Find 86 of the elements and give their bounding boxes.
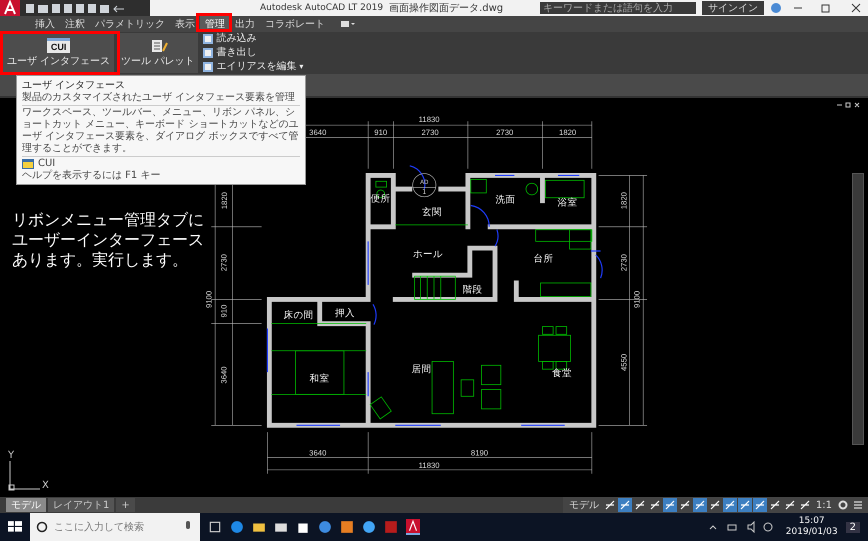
window-icon	[203, 34, 214, 44]
notification-badge[interactable]: 2	[846, 522, 860, 532]
ribbon-small-button[interactable]: 読み込み	[201, 33, 306, 45]
tab-options-icon[interactable]	[340, 20, 356, 28]
dimension-label: 9100	[204, 290, 214, 308]
app-logo-icon[interactable]	[0, 0, 20, 16]
settings-icon[interactable]	[838, 500, 848, 510]
ribbon-tab[interactable]: 注釈	[60, 16, 90, 32]
room-label: 押入	[334, 308, 355, 319]
room-label: 浴室	[558, 198, 578, 208]
dimension-label: 9100	[632, 290, 642, 308]
dimension-label: 1820	[559, 128, 576, 137]
dimension-label: 3640	[309, 448, 326, 458]
viewport-controls-icon[interactable]	[836, 102, 860, 108]
room-label: 和室	[310, 374, 330, 385]
room-label: 食堂	[552, 368, 572, 379]
app-icon[interactable]	[340, 520, 354, 534]
tooltip-description: ワークスペース、ツールバー、メニュー、リボン パネル、ショートカット メニュー、キーボード ショートカットなどのユーザ インタフェース要素を、ダイアログ ボックスですべて管理することができます。	[22, 107, 300, 155]
annotation-scale-button[interactable]: 1:1	[812, 498, 835, 512]
tooltip-help: ヘルプを表示するには F1 キー	[22, 170, 162, 182]
search-field[interactable]: キーワードまたは語句を入力	[540, 2, 696, 14]
dimension-label: 11830	[418, 115, 440, 124]
ucs-axes-icon	[8, 461, 40, 491]
start-icon[interactable]	[8, 520, 22, 534]
status-toggle[interactable]	[738, 498, 752, 512]
dimension-label: 1820	[220, 192, 229, 210]
ribbon-tab[interactable]: 出力	[230, 16, 260, 32]
command-icon	[22, 159, 34, 169]
dimension-label: 8190	[470, 448, 488, 458]
door-tag-drawing	[412, 173, 436, 198]
app-icon[interactable]	[318, 520, 332, 534]
room-label: 便所	[370, 194, 391, 205]
ribbon-tab[interactable]: 表示	[170, 16, 200, 32]
clock-time: 15:07	[798, 516, 825, 527]
window-icon	[203, 48, 214, 58]
app-logo-icon[interactable]	[406, 519, 420, 535]
add-layout-button[interactable]: +	[116, 498, 135, 512]
ribbon-small-button[interactable]: 書き出し	[201, 47, 306, 59]
status-toggle[interactable]	[692, 498, 707, 512]
status-toggle[interactable]	[722, 498, 737, 512]
dimension-label: 1820	[620, 192, 629, 210]
app-icon[interactable]	[384, 520, 398, 534]
room-label: 玄関	[422, 207, 442, 218]
status-toggle[interactable]	[752, 498, 767, 512]
dimension-label: 3640	[220, 366, 229, 384]
dropdown-arrow: ▾	[299, 61, 304, 73]
sign-in-button[interactable]: サインイン	[702, 1, 764, 15]
dimension-label: 2730	[422, 128, 439, 137]
room-label: 居間	[411, 364, 432, 376]
model-space-button[interactable]: モデル	[566, 498, 602, 512]
dimension-label: 2730	[220, 254, 229, 272]
dimension-label: 2730	[620, 254, 629, 272]
room-label: ホール	[413, 248, 444, 260]
room-label: 階段	[462, 284, 483, 296]
file-name: 画面操作図面データ.dwg	[389, 2, 504, 15]
window-icon	[203, 62, 214, 72]
ribbon-tab[interactable]: コラボレート	[260, 16, 330, 32]
dimension-label: 910	[220, 304, 229, 318]
dimension-label: 11830	[418, 460, 440, 470]
ribbon-tab[interactable]: パラメトリック	[90, 16, 170, 32]
axis-label: Y	[8, 451, 16, 461]
dimension-label: 3640	[309, 128, 326, 137]
task-view-icon[interactable]	[208, 520, 222, 534]
window-title: Autodesk AutoCAD LT 2019	[260, 3, 384, 13]
dimension-label: 2730	[496, 128, 514, 137]
room-label: 台所	[533, 254, 554, 265]
annotation-caption: リボンメニュー管理タブに ユーザーインターフェース あります。実行します。	[12, 210, 204, 270]
highlight-frame	[196, 13, 232, 32]
ribbon-tab[interactable]: 挿入	[30, 16, 60, 32]
command-name: CUI	[38, 158, 56, 170]
layout-tab[interactable]: レイアウト1	[48, 498, 114, 512]
search-icon	[36, 521, 48, 533]
status-toggle[interactable]	[618, 498, 632, 512]
status-toggle[interactable]	[662, 498, 677, 512]
dimension-label: 4550	[620, 354, 629, 371]
clock-date: 2019/01/03	[786, 527, 838, 538]
dimension-label: 910	[374, 128, 388, 137]
room-label: 床の間	[283, 310, 314, 321]
tooltip-title: ユーザ インタフェース	[22, 79, 126, 92]
ribbon-small-button[interactable]: エイリアスを編集 ▾	[201, 61, 306, 73]
taskbar-search-field[interactable]: ここに入力して検索	[30, 513, 200, 541]
menu-icon[interactable]	[853, 500, 863, 510]
ribbon-large-button[interactable]: ツール パレット	[117, 33, 198, 73]
room-label: 洗面	[496, 194, 516, 206]
ribbon-large-button[interactable]: CUI ユーザ インタフェース	[3, 33, 114, 73]
axis-label: X	[42, 481, 49, 491]
